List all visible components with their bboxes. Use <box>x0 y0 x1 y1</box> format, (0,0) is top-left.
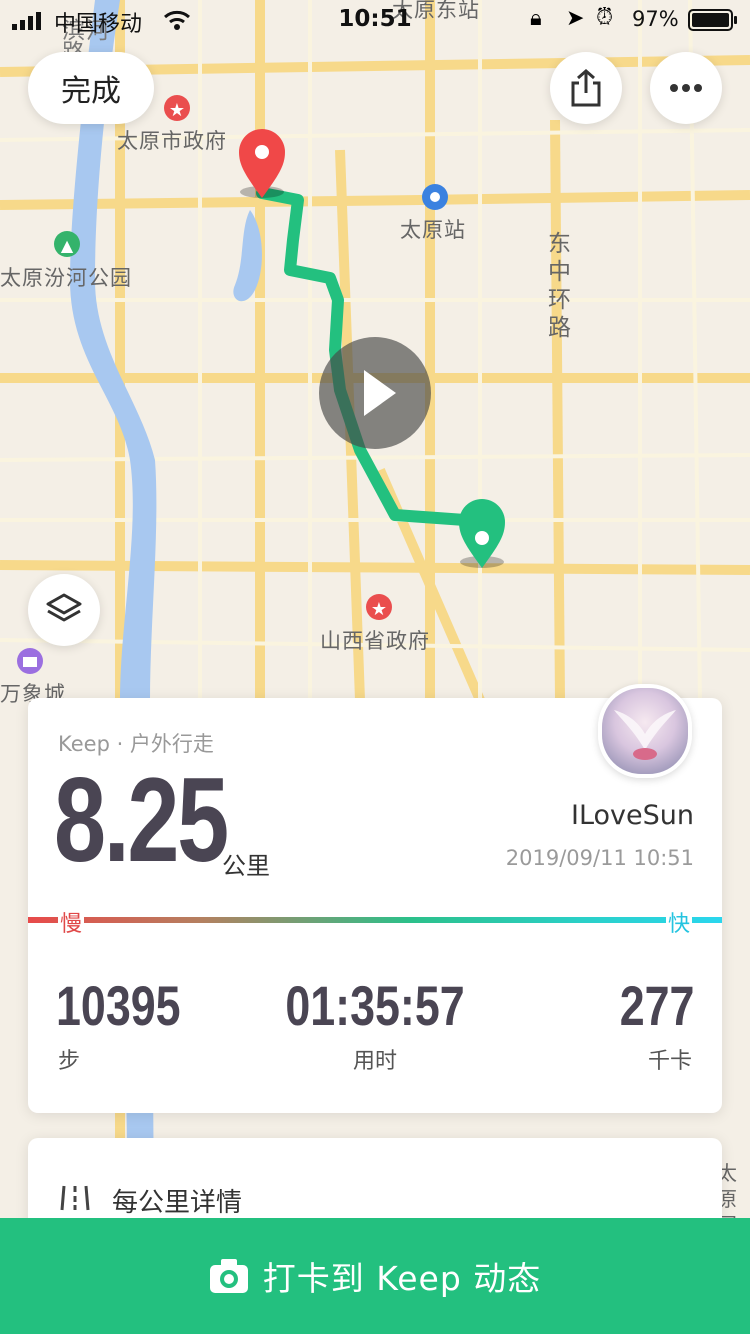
done-button[interactable]: 完成 <box>28 52 154 124</box>
map-label-ring-road: 东中环路 <box>548 231 572 341</box>
calories-label: 千卡 <box>647 1049 692 1074</box>
pace-fast-label: 快 <box>665 906 692 938</box>
activity-summary-card: Keep · 户外行走 8.25 公里 ILoveSun 2019/09/11 … <box>28 684 722 1113</box>
svg-text:★: ★ <box>169 100 185 121</box>
username: ILoveSun <box>570 800 694 831</box>
duration-label: 用时 <box>352 1049 397 1074</box>
play-button[interactable] <box>319 337 431 449</box>
more-icon <box>670 84 702 92</box>
map-label-station: 太原站 <box>400 218 466 242</box>
checkin-to-keep-button[interactable]: 打卡到 Keep 动态 <box>0 1218 750 1334</box>
map-label-park: 太原汾河公园 <box>0 266 132 290</box>
location-icon: ➤ <box>566 6 585 31</box>
pace-gradient-bar <box>28 917 722 923</box>
calories-value: 277 <box>619 974 694 1037</box>
more-button[interactable] <box>650 52 722 124</box>
splits-icon <box>60 1185 90 1211</box>
avatar-image <box>614 710 676 760</box>
avatar[interactable] <box>598 684 692 778</box>
map-label-province: 山西省政府 <box>320 629 430 653</box>
rotation-lock-icon: 🔒︎ <box>530 6 542 31</box>
poi-mall-icon <box>17 648 43 674</box>
camera-icon <box>209 1259 248 1293</box>
layers-icon <box>46 593 82 622</box>
distance-value: 8.25 <box>54 753 229 887</box>
alarm-icon: ⏰︎ <box>596 5 614 30</box>
map-layers-button[interactable] <box>28 574 100 646</box>
svg-text:★: ★ <box>371 599 387 620</box>
distance-unit: 公里 <box>222 852 270 880</box>
pace-slow-label: 慢 <box>58 906 85 938</box>
poi-park-icon: ▲ <box>54 231 80 257</box>
battery-percent: 97% <box>632 7 679 31</box>
duration-value: 01:35:57 <box>285 974 465 1037</box>
share-icon <box>571 69 601 107</box>
checkin-button-label: 打卡到 Keep 动态 <box>262 1259 542 1298</box>
svg-text:▲: ▲ <box>61 236 74 255</box>
map-label-city-hall: 太原市政府 <box>117 129 227 153</box>
share-button[interactable] <box>550 52 622 124</box>
route-map[interactable]: ★ ★ ▲ <box>0 0 750 1334</box>
battery-icon <box>688 9 737 31</box>
poi-province-icon: ★ <box>366 594 392 620</box>
poi-gov-icon: ★ <box>164 95 190 121</box>
activity-datetime: 2019/09/11 10:51 <box>505 846 694 870</box>
status-bar: 中国移动 10:51 🔒︎ ➤ ⏰︎ 97% <box>0 0 750 40</box>
poi-station-icon <box>422 184 448 210</box>
per-km-detail-label: 每公里详情 <box>112 1188 243 1218</box>
